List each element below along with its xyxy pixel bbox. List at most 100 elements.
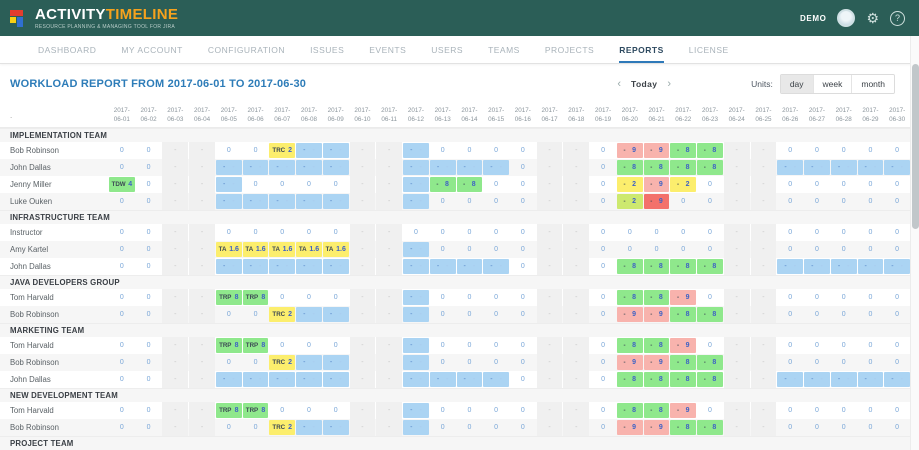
workload-cell-06-21[interactable]: -9	[644, 354, 670, 371]
workload-cell-06-24[interactable]: -	[724, 224, 750, 241]
workload-cell-06-23[interactable]: 0	[697, 193, 723, 210]
workload-cell-06-06[interactable]: --	[243, 258, 269, 275]
workload-cell-06-28[interactable]: 0	[831, 289, 857, 306]
workload-cell-06-13[interactable]: 0	[430, 354, 456, 371]
workload-cell-06-12[interactable]: --	[403, 159, 429, 176]
workload-cell-06-24[interactable]: -	[724, 241, 750, 258]
workload-cell-06-01[interactable]: 0	[109, 371, 135, 388]
workload-cell-06-15[interactable]: 0	[483, 241, 509, 258]
workload-cell-06-09[interactable]: --	[323, 354, 349, 371]
workload-cell-06-28[interactable]: 0	[831, 241, 857, 258]
workload-cell-06-04[interactable]: -	[189, 402, 215, 419]
workload-cell-06-15[interactable]: --	[483, 159, 509, 176]
workload-cell-06-24[interactable]: -	[724, 159, 750, 176]
workload-cell-06-25[interactable]: -	[751, 337, 777, 354]
workload-cell-06-20[interactable]: -8	[617, 258, 643, 275]
workload-cell-06-26[interactable]: 0	[777, 224, 803, 241]
workload-cell-06-12[interactable]: --	[403, 258, 429, 275]
workload-cell-06-03[interactable]: -	[162, 306, 188, 323]
workload-cell-06-17[interactable]: -	[537, 289, 563, 306]
workload-cell-06-05[interactable]: 0	[216, 419, 242, 436]
workload-cell-06-11[interactable]: -	[376, 241, 402, 258]
workload-cell-06-29[interactable]: --	[858, 159, 884, 176]
workload-cell-06-03[interactable]: -	[162, 176, 188, 193]
workload-cell-06-28[interactable]: --	[831, 371, 857, 388]
workload-cell-06-09[interactable]: 0	[323, 176, 349, 193]
workload-cell-06-10[interactable]: -	[350, 419, 376, 436]
workload-cell-06-01[interactable]: 0	[109, 241, 135, 258]
workload-cell-06-30[interactable]: --	[884, 258, 910, 275]
workload-cell-06-06[interactable]: 0	[243, 176, 269, 193]
workload-cell-06-10[interactable]: -	[350, 371, 376, 388]
workload-cell-06-02[interactable]: 0	[136, 371, 162, 388]
workload-cell-06-05[interactable]: 0	[216, 142, 242, 159]
workload-cell-06-23[interactable]: 0	[697, 402, 723, 419]
workload-cell-06-25[interactable]: -	[751, 193, 777, 210]
workload-cell-06-09[interactable]: --	[323, 193, 349, 210]
workload-cell-06-04[interactable]: -	[189, 224, 215, 241]
avatar[interactable]	[837, 9, 855, 27]
workload-cell-06-23[interactable]: -8	[697, 258, 723, 275]
workload-cell-06-16[interactable]: 0	[510, 306, 536, 323]
workload-cell-06-03[interactable]: -	[162, 258, 188, 275]
workload-cell-06-15[interactable]: 0	[483, 224, 509, 241]
workload-cell-06-17[interactable]: -	[537, 371, 563, 388]
workload-cell-06-28[interactable]: 0	[831, 306, 857, 323]
workload-cell-06-05[interactable]: 0	[216, 354, 242, 371]
workload-cell-06-22[interactable]: -9	[670, 402, 696, 419]
workload-cell-06-10[interactable]: -	[350, 159, 376, 176]
workload-cell-06-29[interactable]: --	[858, 258, 884, 275]
workload-cell-06-16[interactable]: 0	[510, 354, 536, 371]
unit-button-month[interactable]: month	[851, 75, 894, 93]
workload-cell-06-06[interactable]: TRP8	[243, 289, 269, 306]
workload-cell-06-01[interactable]: 0	[109, 159, 135, 176]
workload-cell-06-02[interactable]: 0	[136, 142, 162, 159]
workload-cell-06-29[interactable]: 0	[858, 419, 884, 436]
workload-cell-06-22[interactable]: -8	[670, 419, 696, 436]
workload-cell-06-21[interactable]: -8	[644, 371, 670, 388]
workload-cell-06-05[interactable]: TRP8	[216, 289, 242, 306]
workload-cell-06-04[interactable]: -	[189, 142, 215, 159]
workload-cell-06-08[interactable]: --	[296, 371, 322, 388]
workload-cell-06-13[interactable]: 0	[430, 142, 456, 159]
workload-cell-06-02[interactable]: 0	[136, 289, 162, 306]
workload-cell-06-13[interactable]: 0	[430, 241, 456, 258]
workload-cell-06-05[interactable]: --	[216, 159, 242, 176]
workload-cell-06-18[interactable]: -	[563, 258, 589, 275]
workload-cell-06-25[interactable]: -	[751, 306, 777, 323]
workload-cell-06-10[interactable]: -	[350, 224, 376, 241]
workload-cell-06-11[interactable]: -	[376, 159, 402, 176]
workload-cell-06-16[interactable]: 0	[510, 419, 536, 436]
workload-cell-06-20[interactable]: -9	[617, 354, 643, 371]
workload-cell-06-20[interactable]: -8	[617, 159, 643, 176]
workload-cell-06-09[interactable]: --	[323, 306, 349, 323]
workload-cell-06-07[interactable]: TRC2	[269, 354, 295, 371]
workload-cell-06-04[interactable]: -	[189, 176, 215, 193]
workload-cell-06-13[interactable]: 0	[430, 306, 456, 323]
workload-cell-06-27[interactable]: 0	[804, 419, 830, 436]
workload-cell-06-28[interactable]: 0	[831, 354, 857, 371]
workload-cell-06-05[interactable]: --	[216, 176, 242, 193]
workload-cell-06-18[interactable]: -	[563, 402, 589, 419]
workload-cell-06-29[interactable]: --	[858, 371, 884, 388]
workload-cell-06-16[interactable]: 0	[510, 176, 536, 193]
workload-cell-06-04[interactable]: -	[189, 258, 215, 275]
workload-cell-06-22[interactable]: -9	[670, 337, 696, 354]
workload-cell-06-30[interactable]: 0	[884, 142, 910, 159]
workload-cell-06-13[interactable]: 0	[430, 402, 456, 419]
workload-cell-06-20[interactable]: 0	[617, 224, 643, 241]
workload-cell-06-22[interactable]: 0	[670, 241, 696, 258]
workload-cell-06-07[interactable]: 0	[269, 402, 295, 419]
workload-cell-06-22[interactable]: -8	[670, 142, 696, 159]
workload-cell-06-26[interactable]: --	[777, 258, 803, 275]
workload-cell-06-16[interactable]: 0	[510, 224, 536, 241]
workload-cell-06-08[interactable]: --	[296, 258, 322, 275]
workload-cell-06-11[interactable]: -	[376, 337, 402, 354]
workload-cell-06-16[interactable]: 0	[510, 402, 536, 419]
workload-cell-06-06[interactable]: TRP8	[243, 402, 269, 419]
workload-cell-06-27[interactable]: --	[804, 371, 830, 388]
workload-cell-06-14[interactable]: 0	[457, 241, 483, 258]
workload-cell-06-07[interactable]: TRC2	[269, 142, 295, 159]
workload-cell-06-26[interactable]: 0	[777, 306, 803, 323]
workload-cell-06-07[interactable]: TRC2	[269, 419, 295, 436]
